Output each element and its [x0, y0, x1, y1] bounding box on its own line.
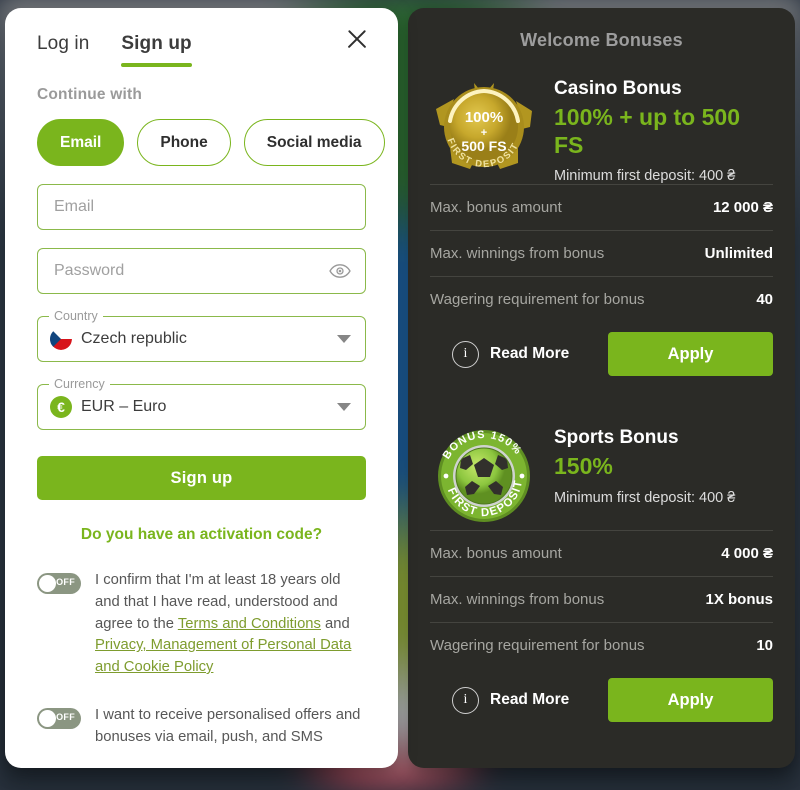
sports-stat-row: Max. winnings from bonus 1X bonus: [430, 576, 773, 622]
info-icon: i: [452, 340, 479, 368]
stat-key: Wagering requirement for bonus: [430, 637, 645, 655]
chevron-down-icon[interactable]: [337, 335, 351, 343]
password-field[interactable]: [37, 248, 366, 294]
password-input[interactable]: [52, 261, 351, 281]
stat-value: 10: [756, 637, 773, 655]
sports-bonus-actions: i Read More Apply: [430, 678, 773, 732]
terms-and-conditions-link[interactable]: Terms and Conditions: [178, 616, 321, 632]
country-value: Czech republic: [81, 330, 187, 347]
currency-legend: Currency: [49, 377, 110, 391]
stat-key: Max. bonus amount: [430, 199, 562, 217]
email-input[interactable]: [52, 197, 351, 217]
signup-button[interactable]: Sign up: [37, 456, 366, 500]
toggle-age-terms[interactable]: OFF: [37, 573, 81, 594]
consent-marketing-text: I want to receive personalised offers an…: [95, 706, 361, 745]
stat-value: 12 000 ₴: [712, 199, 773, 217]
casino-stat-row: Wagering requirement for bonus 40: [430, 276, 773, 322]
svg-text:100%: 100%: [465, 109, 503, 126]
currency-select[interactable]: Currency € EUR – Euro: [37, 377, 366, 430]
casino-bonus-value: 100% + up to 500 FS: [554, 104, 740, 158]
auth-modal: Log in Sign up Continue with Email Phone…: [5, 8, 398, 768]
stat-value: 1X bonus: [705, 591, 773, 609]
info-icon: i: [452, 686, 479, 714]
toggle-knob: [39, 709, 56, 727]
privacy-policy-link[interactable]: Privacy, Management of Personal Data and…: [95, 637, 351, 675]
casino-bonus-min-deposit: Minimum first deposit: 400 ₴: [554, 168, 736, 185]
casino-stat-row: Max. bonus amount 12 000 ₴: [430, 184, 773, 230]
continue-with-label: Continue with: [37, 86, 143, 103]
stat-value: 4 000 ₴: [721, 545, 773, 563]
stat-key: Max. bonus amount: [430, 545, 562, 563]
sports-bonus-value: 150%: [554, 453, 613, 480]
method-chip-social-media[interactable]: Social media: [243, 119, 385, 166]
stat-value: Unlimited: [704, 245, 773, 263]
toggle-knob: [39, 575, 56, 592]
casino-bonus-info: Casino Bonus 100% + up to 500 FS Minimum…: [554, 73, 773, 184]
casino-bonus-header: 100% + 500 FS FIRST DEPOSIT Casino Bonus…: [430, 73, 773, 184]
consent-text-part: and: [320, 615, 350, 632]
sports-stat-row: Wagering requirement for bonus 10: [430, 622, 773, 668]
toggle-marketing[interactable]: OFF: [37, 707, 81, 729]
sports-stat-row: Max. bonus amount 4 000 ₴: [430, 530, 773, 576]
casino-bonus-actions: i Read More Apply: [430, 332, 773, 386]
euro-icon: €: [50, 396, 72, 418]
consent-marketing: OFF I want to receive personalised offer…: [37, 705, 366, 749]
stat-key: Max. winnings from bonus: [430, 591, 605, 609]
casino-bonus-name: Casino Bonus: [554, 78, 682, 99]
bonus-separator: [430, 386, 773, 400]
country-legend: Country: [49, 309, 103, 323]
czech-flag-icon: [50, 328, 72, 350]
sports-bonus-min-deposit: Minimum first deposit: 400 ₴: [554, 489, 736, 506]
close-icon[interactable]: [342, 24, 372, 54]
welcome-bonuses-panel: Welcome Bonuses 100% + 500 FS FIRST DEPO…: [408, 8, 795, 768]
toggle-state-label: OFF: [56, 711, 75, 722]
country-select[interactable]: Country Czech republic: [37, 309, 366, 362]
eye-icon[interactable]: [329, 264, 351, 278]
activation-code-link[interactable]: Do you have an activation code?: [37, 526, 366, 544]
read-more-label: Read More: [490, 691, 570, 709]
stat-key: Wagering requirement for bonus: [430, 291, 645, 309]
sports-bonus-header: BONUS 150% FIRST DEPOSIT Sports Bonus 15…: [430, 422, 773, 530]
toggle-state-label: OFF: [56, 577, 75, 587]
chevron-down-icon[interactable]: [337, 403, 351, 411]
signup-method-group: Email Phone Social media: [37, 119, 385, 166]
consent-age-terms: OFF I confirm that I'm at least 18 years…: [37, 570, 366, 679]
welcome-bonuses-title: Welcome Bonuses: [520, 30, 683, 50]
method-chip-phone[interactable]: Phone: [137, 119, 231, 166]
read-more-label: Read More: [490, 345, 570, 363]
sports-apply-button[interactable]: Apply: [608, 678, 773, 723]
tab-login[interactable]: Log in: [37, 33, 89, 67]
email-field[interactable]: [37, 184, 366, 230]
casino-read-more-button[interactable]: i Read More: [430, 340, 570, 368]
sports-bonus-info: Sports Bonus 150% Minimum first deposit:…: [554, 422, 773, 506]
tab-signup[interactable]: Sign up: [121, 33, 193, 67]
casino-stat-row: Max. winnings from bonus Unlimited: [430, 230, 773, 276]
consent-age-terms-text: I confirm that I'm at least 18 years old…: [95, 570, 366, 679]
casino-apply-button[interactable]: Apply: [608, 332, 773, 377]
auth-tabs: Log in Sign up: [37, 24, 366, 67]
stat-value: 40: [756, 291, 773, 309]
sports-bonus-name: Sports Bonus: [554, 427, 679, 449]
sports-football-badge-icon: BONUS 150% FIRST DEPOSIT: [430, 422, 538, 530]
svg-text:500 FS: 500 FS: [461, 138, 506, 154]
sports-read-more-button[interactable]: i Read More: [430, 686, 570, 714]
casino-gold-medal-icon: 100% + 500 FS FIRST DEPOSIT: [430, 73, 538, 181]
currency-value: EUR – Euro: [81, 398, 167, 415]
stat-key: Max. winnings from bonus: [430, 245, 605, 263]
method-chip-email[interactable]: Email: [37, 119, 125, 166]
